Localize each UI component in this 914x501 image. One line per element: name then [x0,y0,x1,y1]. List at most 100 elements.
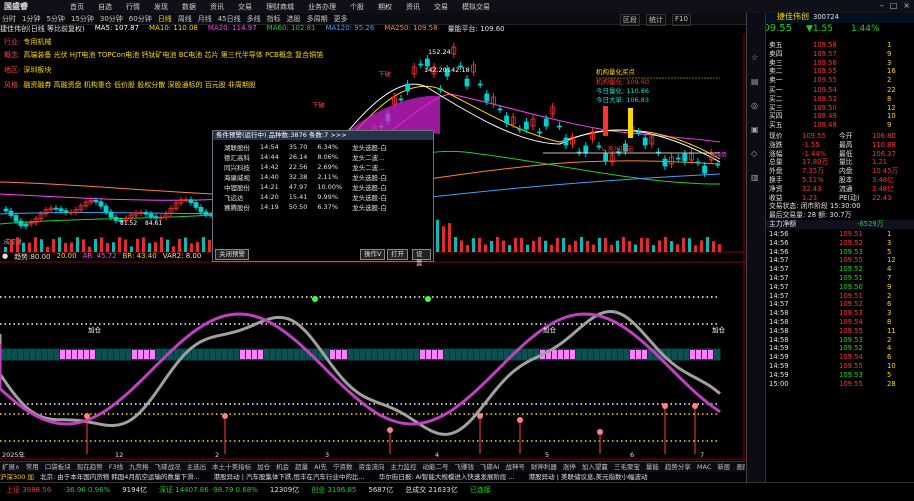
stat-value: 22.43 [872,193,892,202]
period-tab[interactable]: 5分钟 [46,14,64,24]
buy-point-value: 今日大单: 106.83 [596,95,649,104]
period-tab[interactable]: 60分钟 [129,14,152,24]
period-tab[interactable]: 更多 [334,14,348,24]
volume-label: 成交量 [4,238,22,246]
add-position-label: 加仓 [543,325,557,334]
tick-price: 109.52 [839,265,863,274]
tick-row: 14:58 109.53 2 [747,336,914,345]
side-tool-icon[interactable]: ◇ [751,149,757,158]
period-tab[interactable]: 多线 [247,14,261,24]
ask-label: 卖三 [769,58,783,67]
popup-title[interactable]: 条件预警(运行中) 品种数:3876 条数:7 >>> [213,131,433,140]
menu-item[interactable]: 期权 [378,2,392,12]
period-tab[interactable]: 15分钟 [71,14,94,24]
ask-row[interactable]: 卖二 109.55 16 [747,67,914,76]
main-force-label: 主力净额 [769,220,797,228]
side-tool-icon[interactable]: ◎ [751,101,758,110]
ticker-item[interactable]: 港股异动 | 美联储议息,美元指数小幅波动 [529,473,648,481]
alert-popup[interactable]: 条件预警(运行中) 品种数:3876 条数:7 >>> 湖联股份 14:54 35.… [212,130,434,267]
menu-item[interactable]: 交易 [434,2,448,12]
minimize-icon[interactable]: – [880,1,884,10]
menu-item[interactable]: 业务办理 [308,2,336,12]
period-tab[interactable]: 1分钟 [22,14,40,24]
bid-row[interactable]: 买二 109.52 8 [747,95,914,104]
stat-label: 流通 [839,184,853,193]
stat-row: 净资 32.43 流通 3.48亿 [747,185,914,194]
alert-row[interactable]: 湖联股份 14:54 35.70 6.34% 龙头选股-白 [219,142,392,152]
alert-row[interactable]: 飞远达 14:20 15.41 9.99% 龙头选股-白 [219,192,392,202]
tick-row: 14:59 109.54 6 [747,353,914,362]
tick-row: 14:56 109.53 5 [747,248,914,257]
open-button[interactable]: 打开 [387,249,408,260]
menu-item[interactable]: 资讯 [406,2,420,12]
bid-row[interactable]: 买一 109.54 22 [747,86,914,95]
menu-item[interactable]: 自选 [98,2,112,12]
alert-row[interactable]: 德汇高科 14:44 26.14 8.06% 龙头二波... [219,152,392,162]
ask-price: 109.58 [813,41,837,49]
menu-item[interactable]: 理财商城 [266,2,294,12]
bid-row[interactable]: 买四 109.49 10 [747,112,914,121]
ask-row[interactable]: 卖三 109.56 3 [747,59,914,68]
ticker-item[interactable]: 港股异动 | 汽车股集体下跌,恒丰在汽车行业中的比... [214,473,365,481]
bid-label: 买四 [769,112,783,121]
menu-item[interactable]: 个股 [350,2,364,12]
indicator-value: BR: 43.40 [122,252,157,260]
period-tab[interactable]: 选股 [287,14,301,24]
menu-item[interactable]: 资讯 [210,2,224,12]
tick-price: 109.53 [839,309,863,318]
ticker-item[interactable]: 华尔街日报: AI智能大规模进入快速发展阶段 ... [379,473,515,481]
menu-item[interactable]: 首页 [70,2,84,12]
alert-row[interactable]: 赛腾股份 14:19 50.50 6.37% 龙头选股-白 [219,202,392,212]
menu-item[interactable]: 行情 [126,2,140,12]
stat-row: 外盘 7.35万 内盘 10.45万 [747,167,914,176]
period-tab[interactable]: 多周期 [307,14,328,24]
bid-row[interactable]: 买三 109.50 12 [747,104,914,113]
bid-row[interactable]: 买五 109.48 9 [747,121,914,130]
menu-item[interactable]: 交易 [238,2,252,12]
period-tab[interactable]: 分时 [2,14,16,24]
alert-cond: 龙头二波... [352,164,385,172]
alert-row[interactable]: 中锂股份 14:21 47.97 10.00% 龙头选股-白 [219,182,392,192]
menu-item[interactable]: 发现 [154,2,168,12]
bid-label: 买五 [769,121,783,130]
ask-row[interactable]: 卖四 109.57 9 [747,50,914,59]
side-tool-icon[interactable]: ☆ [751,53,758,62]
ask-volume: 1 [887,41,892,49]
tick-row: 15:00 109.55 28 [747,380,914,389]
alert-pct: 8.06% [317,153,338,161]
period-tab[interactable]: 指标 [267,14,281,24]
menu-item[interactable]: 模拟交易 [462,2,490,12]
quote-panel: 捷佳伟创 300724 109.55 ▼1.55 1.44% 卖五 109.58 1 卖四 109… [746,12,914,482]
period-tab[interactable]: 月线 [198,14,212,24]
ma-value: 捷佳伟创(日线 等比前复权) [0,25,85,33]
price-pct: 1.44% [850,24,880,34]
operate-button[interactable]: 操作V [360,249,386,260]
side-tool-icon[interactable]: ▣ [751,125,759,134]
period-tab[interactable]: 日线 [158,14,172,24]
ask-row[interactable]: 卖五 109.58 1 [747,41,914,50]
tick-price: 109.51 [839,230,863,238]
alert-row[interactable]: 海康威视 14:40 32.38 2.11% 龙头选股-白 [219,172,392,182]
ask-row[interactable]: 卖一 109.55 2 [747,76,914,85]
bid-price: 109.50 [813,103,837,112]
close-alert-button[interactable]: 关闭预警 [215,249,249,260]
stat-row: 现价 109.55 今开 106.80 [747,132,914,141]
tick-volume: 8 [887,318,892,326]
settings-button[interactable]: 设置 [412,249,431,267]
period-tab[interactable]: 周线 [178,14,192,24]
ticker-prefix: 沪深300 加 [0,473,34,481]
tick-volume: 6 [887,353,892,362]
alert-row[interactable]: 同兴科技 14:42 22.56 2.69% 龙头二波... [219,162,392,172]
tick-price: 109.53 [839,370,863,379]
indicator-name[interactable]: ● [2,252,8,262]
maximize-icon[interactable]: □ [890,1,898,10]
period-tab[interactable]: 45日线 [218,14,241,24]
stat-label: 最高 [839,140,853,149]
close-icon[interactable]: × [903,1,910,10]
tick-time: 14:59 [769,344,789,353]
period-tab[interactable]: 30分钟 [100,14,123,24]
ticker-item[interactable]: 北京: 由于本年国内货物 韩国4月航空运输的数量下滑... [40,473,200,481]
side-tool-icon[interactable]: ▤ [751,77,759,86]
menu-item[interactable]: 数据 [182,2,196,12]
side-tool-icon[interactable]: ▥ [751,173,759,182]
